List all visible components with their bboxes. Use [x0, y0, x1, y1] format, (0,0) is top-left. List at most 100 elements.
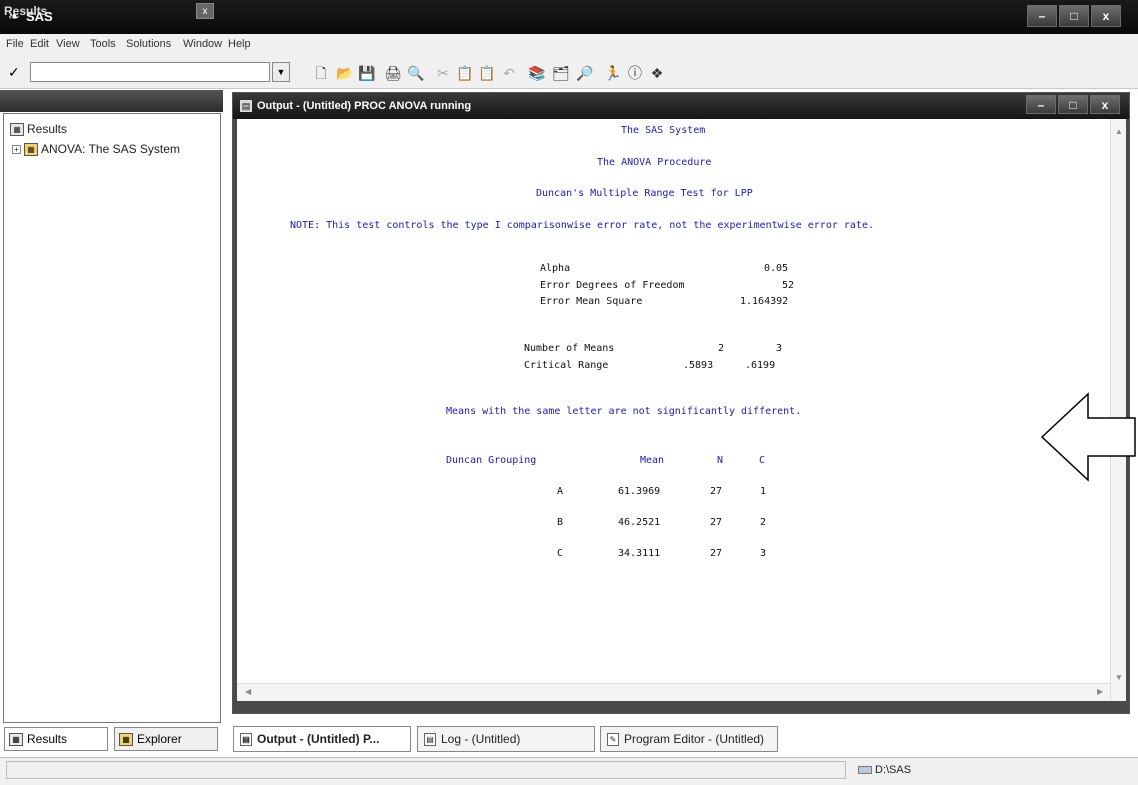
group-c: 2	[760, 517, 767, 528]
tab-label: Results	[27, 732, 68, 746]
tab-label: Explorer	[137, 732, 182, 746]
output-window-controls: – □ x	[1026, 95, 1120, 114]
chevron-down-icon[interactable]: ▼	[272, 62, 290, 82]
app-title-bar	[0, 0, 1138, 34]
tab-label: Program Editor - (Untitled)	[624, 732, 765, 746]
output-system-title: The SAS System	[621, 125, 706, 136]
scroll-right-icon[interactable]: ▶	[1097, 687, 1103, 696]
groups-header-grouping: Duncan Grouping	[446, 455, 537, 466]
results-tree	[3, 113, 221, 723]
minimize-button[interactable]: –	[1027, 5, 1057, 27]
run-icon[interactable]: 🏃	[604, 64, 622, 82]
checkmark-icon[interactable]: ✓	[8, 64, 20, 81]
group-n: 27	[710, 486, 723, 497]
open-icon[interactable]: 📂	[336, 64, 354, 82]
stat-label: Error Mean Square	[540, 296, 643, 307]
group-c: 1	[760, 486, 767, 497]
range-row-value: 2	[718, 343, 725, 354]
results-icon: ▦	[9, 732, 23, 746]
close-button[interactable]: x	[1090, 95, 1120, 114]
new-icon[interactable]: 🗋	[312, 64, 330, 82]
groups-header-n: N	[717, 455, 724, 466]
command-input[interactable]	[30, 62, 270, 82]
status-path: D:\SAS	[858, 764, 911, 776]
submit-icon[interactable]: ❖	[648, 64, 666, 82]
tab-results[interactable]: ▦ Results	[4, 727, 108, 751]
undo-icon[interactable]: ↶	[500, 64, 518, 82]
menu-edit[interactable]: Edit	[30, 38, 49, 50]
drive-icon	[858, 766, 872, 774]
menu-window[interactable]: Window	[183, 38, 222, 50]
group-letter: C	[557, 548, 564, 559]
menu-help[interactable]: Help	[228, 38, 251, 50]
groups-header-c: C	[759, 455, 766, 466]
results-folder-icon: ▦	[10, 122, 24, 136]
horizontal-scrollbar[interactable]: ◀ ▶	[237, 683, 1110, 701]
tree-item-label: Results	[27, 122, 68, 136]
print-preview-icon[interactable]: 🔍	[407, 64, 425, 82]
output-icon: ▤	[240, 732, 252, 746]
log-icon: ▤	[424, 732, 436, 746]
range-row-value: .6199	[745, 360, 776, 371]
results-pane-title: Results	[4, 4, 48, 18]
stat-value: 1.164392	[740, 296, 789, 307]
group-mean: 34.3111	[618, 548, 661, 559]
menu-file[interactable]: File	[6, 38, 24, 50]
output-procedure-title: The ANOVA Procedure	[597, 157, 712, 168]
output-note: NOTE: This test controls the type I comp…	[290, 220, 874, 231]
menu-tools[interactable]: Tools	[90, 38, 116, 50]
group-c: 3	[760, 548, 767, 559]
maximize-button[interactable]: □	[1059, 5, 1089, 27]
stat-value: 52	[782, 280, 795, 291]
range-row-value: .5893	[683, 360, 714, 371]
status-message	[6, 761, 846, 779]
close-button[interactable]: x	[1091, 5, 1121, 27]
cut-icon[interactable]: ✂	[434, 64, 452, 82]
stat-value: 0.05	[764, 263, 789, 274]
print-icon[interactable]: 🖨	[384, 64, 402, 82]
results-pane-header	[0, 90, 223, 112]
explorer-icon[interactable]: 🗂	[552, 64, 570, 82]
menu-bar: File Edit View Tools Solutions Window He…	[0, 34, 1138, 59]
output-window-icon: ▤	[240, 100, 252, 112]
menu-solutions[interactable]: Solutions	[126, 38, 171, 50]
tree-item-label: ANOVA: The SAS System	[41, 142, 180, 156]
tab-label: Output - (Untitled) P...	[257, 732, 380, 746]
current-directory: D:\SAS	[875, 764, 912, 776]
paste-icon[interactable]: 📋	[478, 64, 496, 82]
app-window-controls: – □ x	[1027, 5, 1121, 27]
stat-label: Alpha	[540, 263, 571, 274]
tab-output[interactable]: ▤ Output - (Untitled) P...	[233, 726, 411, 752]
group-n: 27	[710, 517, 723, 528]
library-icon[interactable]: 📚	[528, 64, 546, 82]
tree-item-results[interactable]: ▦ Results	[10, 122, 67, 136]
scroll-down-icon[interactable]: ▼	[1115, 673, 1123, 682]
stat-label: Error Degrees of Freedom	[540, 280, 685, 291]
group-mean: 61.3969	[618, 486, 661, 497]
tab-label: Log - (Untitled)	[441, 732, 521, 746]
copy-icon[interactable]: 📋	[456, 64, 474, 82]
query-icon[interactable]: 🔎	[576, 64, 594, 82]
tab-explorer[interactable]: ▦ Explorer	[114, 727, 218, 751]
arrow-left-icon	[1040, 392, 1136, 482]
group-letter: B	[557, 517, 564, 528]
expand-icon[interactable]: +	[12, 144, 21, 154]
tab-program-editor[interactable]: ✎ Program Editor - (Untitled)	[600, 726, 778, 752]
close-icon[interactable]: x	[196, 3, 214, 19]
maximize-button[interactable]: □	[1058, 95, 1088, 114]
scroll-up-icon[interactable]: ▲	[1115, 127, 1123, 136]
tree-item-anova[interactable]: + ▦ ANOVA: The SAS System	[12, 142, 180, 156]
range-row-label: Number of Means	[524, 343, 615, 354]
folder-icon: ▦	[24, 142, 38, 156]
group-n: 27	[710, 548, 723, 559]
minimize-button[interactable]: –	[1026, 95, 1056, 114]
save-icon[interactable]: 💾	[358, 64, 376, 82]
group-mean: 46.2521	[618, 517, 661, 528]
menu-view[interactable]: View	[56, 38, 80, 50]
group-letter: A	[557, 486, 564, 497]
range-row-label: Critical Range	[524, 360, 609, 371]
help-icon[interactable]: ⓘ	[626, 64, 644, 82]
range-row-value: 3	[776, 343, 783, 354]
scroll-left-icon[interactable]: ◀	[245, 687, 251, 696]
tab-log[interactable]: ▤ Log - (Untitled)	[417, 726, 595, 752]
